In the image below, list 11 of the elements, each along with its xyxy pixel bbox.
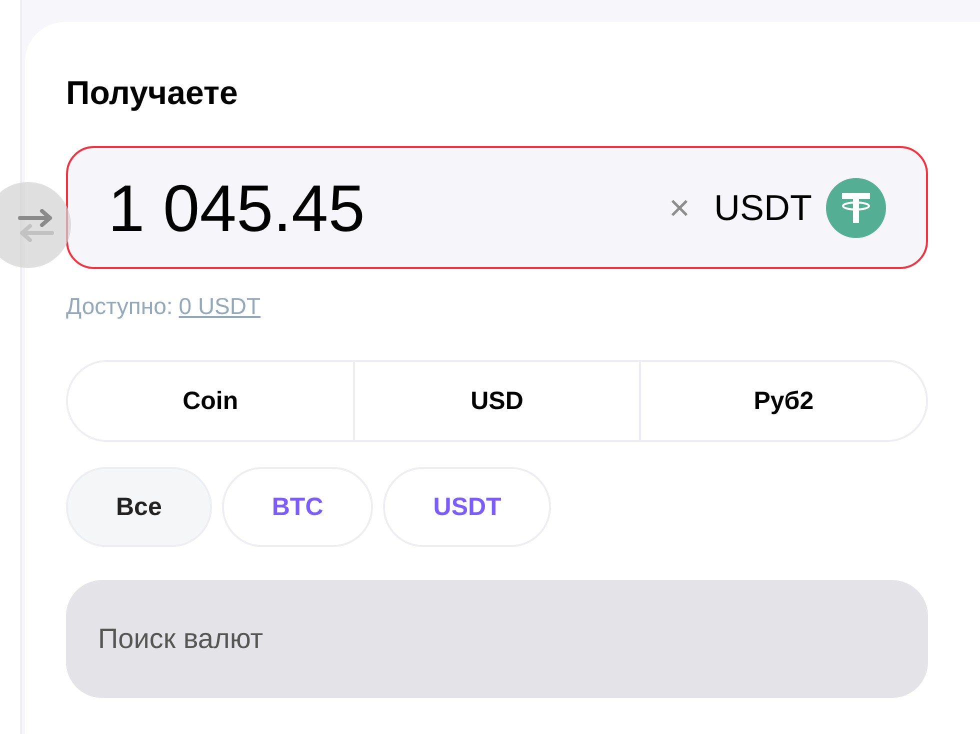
segment-tab[interactable]: Руб2 <box>639 362 926 440</box>
amount-field[interactable]: 1 045.45 × USDT <box>66 146 928 269</box>
coin-icon <box>826 178 886 238</box>
filter-chip[interactable]: USDT <box>383 467 552 547</box>
search-field[interactable]: Поиск валют <box>66 580 928 698</box>
available-label: Доступно: <box>66 293 173 320</box>
section-title: Получаете <box>66 74 239 112</box>
filter-chip[interactable]: Все <box>66 467 212 547</box>
currency-label: USDT <box>714 186 812 228</box>
filter-chip[interactable]: BTC <box>222 467 374 547</box>
swap-arrows-icon <box>16 208 56 242</box>
